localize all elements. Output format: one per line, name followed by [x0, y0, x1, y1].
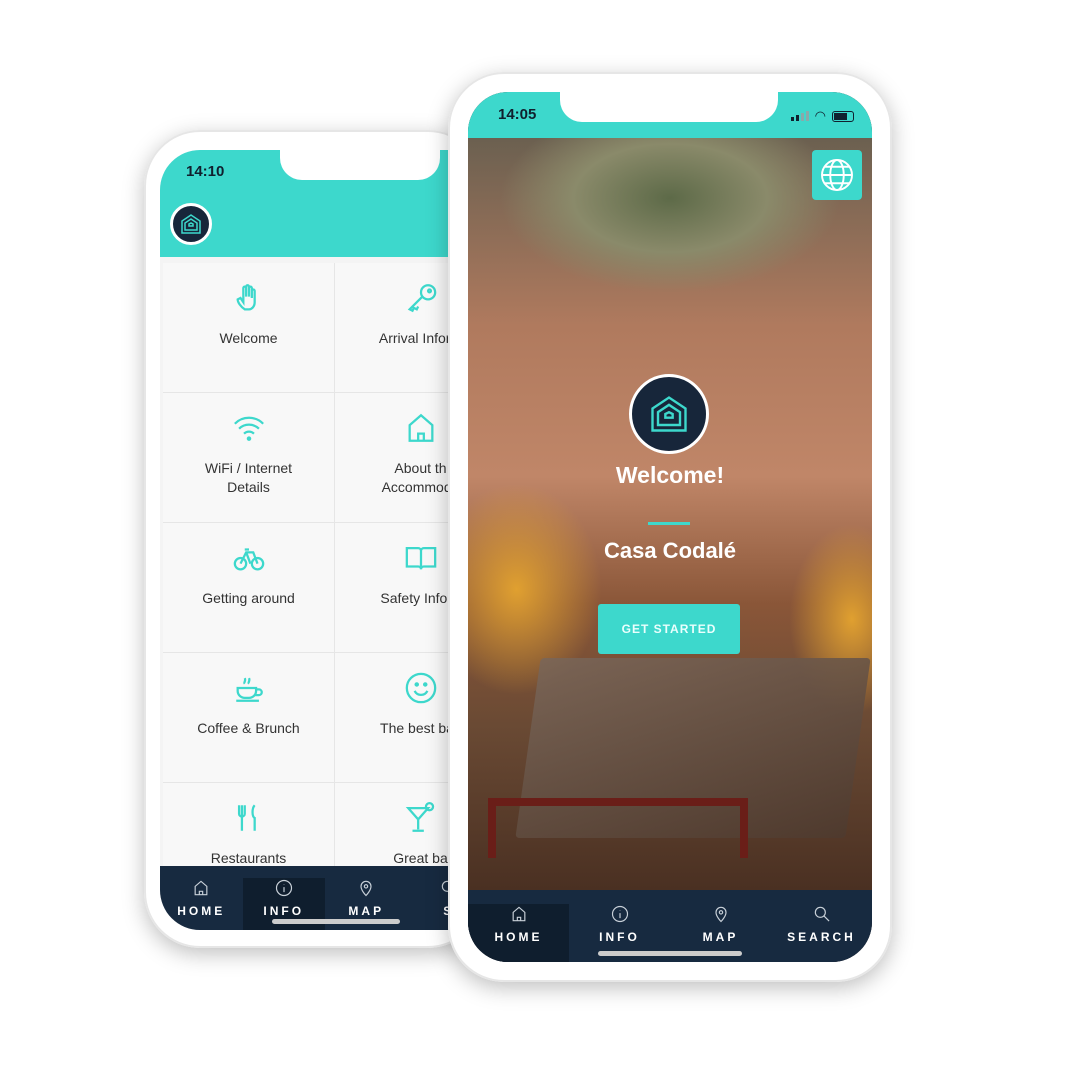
- get-started-button[interactable]: GET STARTED: [598, 604, 740, 654]
- fork-knife-icon: [237, 804, 256, 831]
- grid-item[interactable]: Coffee & Brunch: [163, 653, 335, 783]
- property-name: Casa Codalé: [603, 538, 737, 563]
- divider: [648, 522, 690, 525]
- hero-photo: [468, 138, 872, 890]
- wifi-icon: ◠: [814, 108, 826, 123]
- tab-label: INFO: [599, 930, 640, 944]
- grid-item-label: Welcome: [219, 330, 278, 346]
- home-screen: 14:05 ◠ Welcome! Casa Codalé GET STARTED…: [468, 92, 872, 962]
- tab-label: INFO: [263, 904, 305, 918]
- wifi-icon: [233, 416, 264, 441]
- app-logo: [629, 374, 709, 454]
- tab-label: HOME: [177, 904, 226, 918]
- info-icon: [275, 879, 292, 897]
- tab-label: HOME: [494, 930, 543, 944]
- status-time: 14:10: [186, 163, 225, 180]
- home-indicator: [598, 951, 742, 956]
- language-button[interactable]: [812, 150, 862, 200]
- house-icon: [408, 413, 433, 442]
- grid-item-label: WiFi / Internet Details: [204, 460, 293, 495]
- info-grid: Welcome Arrival Inform WiFi / Internet Det…: [163, 263, 490, 913]
- grid-item[interactable]: Getting around: [163, 523, 335, 653]
- notch: [280, 150, 440, 180]
- globe-icon: [821, 159, 853, 191]
- grid-item[interactable]: WiFi / Internet Details: [163, 393, 335, 523]
- tab-label: SEARCH: [787, 930, 856, 944]
- map-icon: [714, 906, 727, 923]
- house-logo-icon: [181, 214, 201, 234]
- search-icon: [814, 906, 829, 922]
- front-phone: 14:05 ◠ Welcome! Casa Codalé GET STARTED…: [448, 72, 892, 982]
- bicycle-icon: [233, 548, 264, 571]
- key-icon: [407, 284, 436, 313]
- info-screen: 14:10 Welcome Arrival Inform WiFi / Intern…: [160, 150, 490, 930]
- signal-icon: [790, 111, 809, 121]
- grid-item-label: Coffee & Brunch: [197, 720, 300, 736]
- welcome-heading: Welcome!: [615, 462, 725, 488]
- grid-item-label: Getting around: [202, 590, 295, 606]
- app-logo[interactable]: [170, 203, 212, 245]
- house-logo-icon: [651, 396, 687, 432]
- battery-icon: [832, 110, 854, 122]
- status-icons: ◠: [790, 108, 854, 124]
- home-icon: [512, 906, 525, 922]
- notch: [560, 92, 778, 122]
- tab-search[interactable]: SEARCH: [771, 904, 872, 962]
- tab-home[interactable]: HOME: [160, 878, 243, 930]
- home-indicator: [272, 919, 400, 924]
- tab-label: MAP: [702, 930, 739, 944]
- tab-label: MAP: [348, 904, 385, 918]
- hand-icon: [236, 284, 256, 311]
- smiley-icon: [405, 672, 436, 704]
- info-icon: [611, 905, 628, 923]
- home-icon: [194, 880, 208, 896]
- coffee-icon: [235, 677, 263, 702]
- map-icon: [360, 880, 372, 897]
- status-time: 14:05: [498, 106, 537, 123]
- grid-item[interactable]: Welcome: [163, 263, 335, 393]
- back-phone: 14:10 Welcome Arrival Inform WiFi / Intern…: [144, 130, 490, 948]
- book-icon: [405, 546, 436, 570]
- cocktail-icon: [405, 801, 434, 832]
- tab-home[interactable]: HOME: [468, 904, 569, 962]
- photo-chair: [488, 798, 748, 858]
